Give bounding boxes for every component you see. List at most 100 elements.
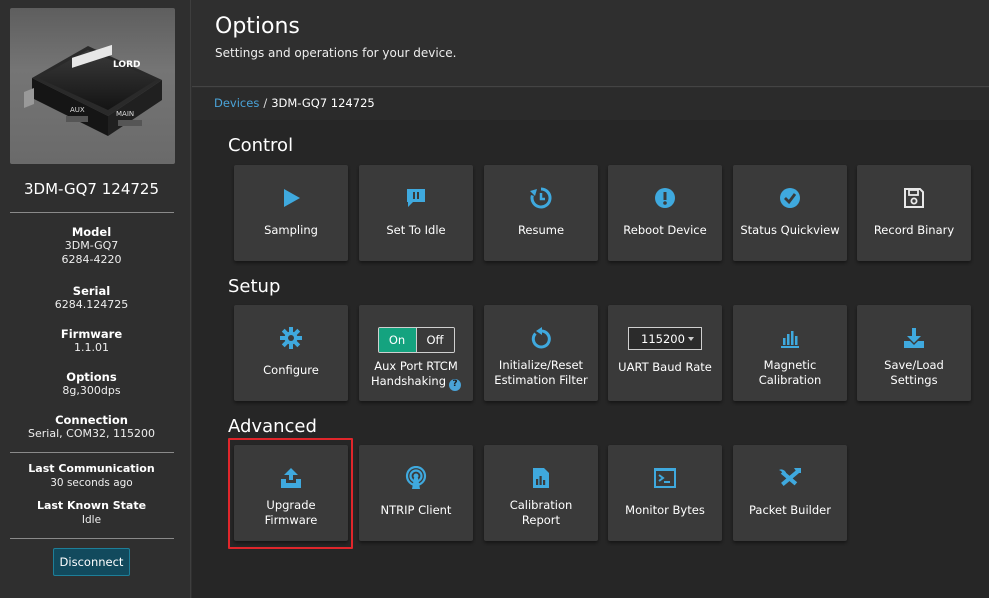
save-load-settings-label-line2: Settings [890, 373, 938, 387]
section-title-control: Control [228, 135, 294, 156]
status-quickview-button[interactable]: Status Quickview [733, 165, 847, 261]
serial-label: Serial [72, 284, 111, 298]
toggle-on-option[interactable]: On [378, 328, 416, 352]
model-part-number: 6284-4220 [61, 253, 122, 266]
calibration-report-label-line1: Calibration [509, 498, 573, 512]
section-title-setup: Setup [228, 276, 281, 297]
initialize-reset-label-line1: Initialize/Reset [498, 358, 584, 372]
firmware-value: 1.1.01 [74, 341, 109, 354]
reboot-device-label: Reboot Device [623, 223, 707, 237]
upgrade-firmware-label: Upgrade Firmware [265, 498, 318, 528]
last-known-state-info: Last Known State Idle [0, 499, 183, 527]
magnetic-calibration-button[interactable]: Magnetic Calibration [733, 305, 847, 401]
aux-port-rtcm-label-line2: Handshaking? [370, 374, 462, 391]
toggle-off-option[interactable]: Off [415, 328, 454, 352]
magnetic-calibration-label: Magnetic Calibration [759, 358, 822, 388]
save-load-settings-label: Save/Load Settings [884, 358, 944, 388]
sidebar: LORD AUX MAIN 3DM-GQ7 124725 Model 3DM-G… [0, 0, 191, 598]
aux-port-rtcm-label-line1: Aux Port RTCM [374, 359, 458, 373]
upgrade-firmware-button[interactable]: Upgrade Firmware [234, 445, 348, 541]
initialize-reset-label-line2: Estimation Filter [494, 373, 588, 387]
sidebar-divider [10, 452, 174, 453]
uart-baud-rate-tile: 115200 UART Baud Rate [608, 305, 722, 401]
device-name: 3DM-GQ7 124725 [24, 180, 159, 198]
packet-builder-button[interactable]: Packet Builder [733, 445, 847, 541]
options-label: Options [66, 370, 117, 384]
save-load-settings-label-line1: Save/Load [884, 358, 944, 372]
tools-icon [777, 467, 803, 489]
last-communication-info: Last Communication 30 seconds ago [0, 462, 183, 490]
sampling-button[interactable]: Sampling [234, 165, 348, 261]
exclamation-circle-icon [654, 187, 676, 209]
report-icon [530, 467, 552, 489]
breadcrumb-current: 3DM-GQ7 124725 [271, 96, 375, 110]
sidebar-divider [10, 212, 174, 213]
save-icon [903, 187, 925, 209]
disconnect-button[interactable]: Disconnect [53, 548, 130, 576]
status-quickview-label: Status Quickview [740, 223, 840, 237]
firmware-info: Firmware 1.1.01 [0, 327, 183, 355]
packet-builder-label: Packet Builder [749, 503, 831, 517]
device-brand: LORD [113, 60, 140, 70]
configure-button[interactable]: Configure [234, 305, 348, 401]
configure-label: Configure [263, 363, 319, 377]
breadcrumb-devices-link[interactable]: Devices [214, 96, 259, 110]
resume-label: Resume [517, 223, 565, 237]
uart-baud-rate-label: UART Baud Rate [618, 360, 712, 374]
reboot-device-button[interactable]: Reboot Device [608, 165, 722, 261]
serial-info: Serial 6284.124725 [0, 284, 183, 312]
aux-port-rtcm-label: Aux Port RTCM Handshaking? [370, 359, 462, 391]
last-known-state-label: Last Known State [36, 499, 147, 512]
magnetic-calibration-label-line2: Calibration [758, 373, 822, 387]
last-communication-label: Last Communication [28, 462, 155, 475]
last-known-state-value: Idle [81, 514, 102, 526]
gear-icon [280, 327, 302, 349]
device-image: LORD AUX MAIN [10, 8, 175, 164]
bar-chart-icon [779, 327, 801, 349]
last-communication-value: 30 seconds ago [50, 477, 133, 489]
check-circle-icon [779, 187, 801, 209]
pause-message-icon [405, 187, 427, 209]
breadcrumb: Devices /3DM-GQ7 124725 [192, 88, 989, 120]
model-info: Model 3DM-GQ7 6284-4220 [0, 225, 183, 267]
chevron-down-icon [688, 336, 694, 341]
aux-port-rtcm-toggle[interactable]: On Off [377, 327, 455, 353]
play-icon [281, 187, 301, 209]
upload-tray-icon [280, 467, 302, 489]
page-title: Options [215, 14, 300, 39]
help-icon[interactable]: ? [449, 378, 462, 391]
page-header: Options Settings and operations for your… [192, 0, 989, 87]
reset-icon [530, 327, 552, 349]
magnetic-calibration-label-line1: Magnetic [763, 358, 817, 372]
connection-label: Connection [55, 413, 128, 427]
model-label: Model [71, 225, 112, 239]
calibration-report-button[interactable]: Calibration Report [484, 445, 598, 541]
upgrade-firmware-label-line1: Upgrade [266, 498, 316, 512]
device-port-aux: AUX [70, 106, 85, 114]
upgrade-firmware-label-line2: Firmware [264, 513, 318, 527]
ntrip-client-label: NTRIP Client [380, 503, 452, 517]
aux-port-rtcm-handshaking-tile: On Off Aux Port RTCM Handshaking? [359, 305, 473, 401]
connection-info: Connection Serial, COM32, 115200 [0, 413, 183, 441]
model-value: 3DM-GQ7 [64, 239, 119, 252]
handshaking-text: Handshaking [370, 374, 447, 388]
set-to-idle-button[interactable]: Set To Idle [359, 165, 473, 261]
terminal-icon [653, 467, 677, 489]
resume-button[interactable]: Resume [484, 165, 598, 261]
record-binary-button[interactable]: Record Binary [857, 165, 971, 261]
ntrip-client-button[interactable]: NTRIP Client [359, 445, 473, 541]
calibration-report-label-line2: Report [521, 513, 561, 527]
save-load-settings-button[interactable]: Save/Load Settings [857, 305, 971, 401]
page-subtitle: Settings and operations for your device. [215, 46, 457, 60]
broadcast-icon [404, 466, 428, 489]
initialize-reset-estimation-filter-button[interactable]: Initialize/Reset Estimation Filter [484, 305, 598, 401]
breadcrumb-separator: / [263, 96, 268, 110]
monitor-bytes-button[interactable]: Monitor Bytes [608, 445, 722, 541]
serial-value: 6284.124725 [54, 298, 129, 311]
calibration-report-label: Calibration Report [510, 498, 573, 528]
initialize-reset-label: Initialize/Reset Estimation Filter [494, 358, 587, 388]
monitor-bytes-label: Monitor Bytes [625, 503, 705, 517]
options-info: Options 8g,300dps [0, 370, 183, 398]
device-port-main: MAIN [116, 110, 134, 118]
uart-baud-rate-select[interactable]: 115200 [628, 327, 702, 350]
